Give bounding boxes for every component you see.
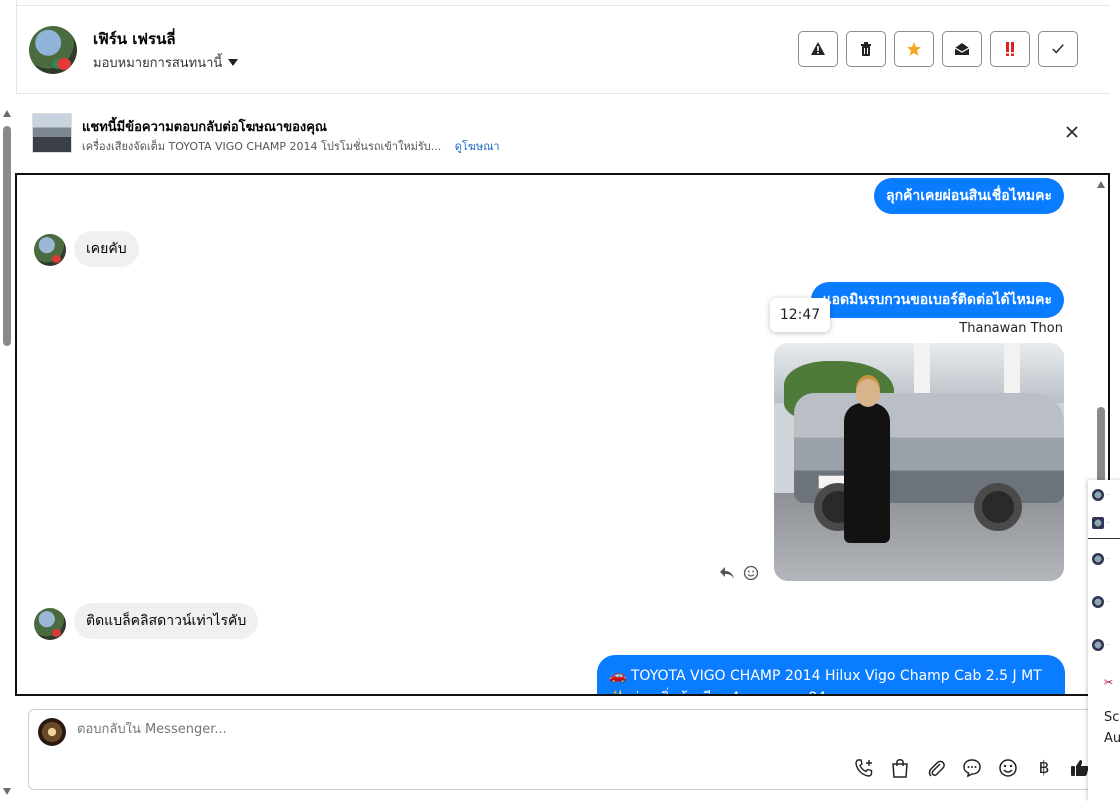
reply-icon[interactable]: [719, 566, 735, 580]
outgoing-car-listing-message[interactable]: 🚗 TOYOTA VIGO CHAMP 2014 Hilux Vigo Cham…: [597, 655, 1065, 694]
reply-composer: ฿: [28, 709, 1100, 790]
outgoing-message[interactable]: ลุกค้าเคยผ่อนสินเชื่อไหมคะ: [873, 178, 1064, 214]
side-preview-panel[interactable]: ·· ·· ·· ·· ·· ✂ Scr Au: [1088, 480, 1120, 801]
sender-name: Thanawan Thon: [959, 321, 1063, 336]
thread-scroll-thumb[interactable]: [1097, 407, 1105, 487]
emoji-button[interactable]: [997, 757, 1019, 779]
incoming-message[interactable]: ติดแบล็คลิสดาวน์เท่าไรคับ: [74, 603, 259, 639]
envelope-open-icon: [954, 43, 970, 55]
warning-icon: [811, 42, 825, 55]
baht-icon: ฿: [1038, 758, 1050, 778]
ad-reply-banner: แชทนี้มีข้อความตอบกลับต่อโฆษณาของคุณ เคร…: [16, 104, 1110, 170]
car-listing-line-1: 🚗 TOYOTA VIGO CHAMP 2014 Hilux Vigo Cham…: [609, 668, 1042, 684]
preview-row[interactable]: ··: [1092, 488, 1120, 502]
conversation-header: เฟิร์น เฟรนลี่ มอบหมายการสนทนานี้: [16, 0, 1110, 94]
view-ad-link[interactable]: ดูโฆษณา: [455, 140, 500, 153]
reply-input[interactable]: [77, 722, 777, 737]
mark-done-button[interactable]: [1038, 31, 1078, 67]
phone-plus-icon: [855, 759, 873, 777]
scroll-up-arrow-icon[interactable]: [3, 110, 11, 117]
outgoing-message[interactable]: แอดมินรบกวนขอเบอร์ติดต่อได้ไหมคะ: [810, 282, 1064, 318]
contact-avatar-small[interactable]: [34, 234, 66, 266]
assign-label: มอบหมายการสนทนานี้: [93, 56, 223, 71]
mark-unread-button[interactable]: [942, 31, 982, 67]
contact-name[interactable]: เฟิร์น เฟรนลี่: [93, 27, 176, 51]
preview-row[interactable]: ··: [1092, 552, 1120, 566]
outer-scrollbar[interactable]: [0, 108, 14, 801]
page-avatar: [38, 718, 66, 746]
ad-banner-description: เครื่องเสียงจัดเต็ม TOYOTA VIGO CHAMP 20…: [82, 137, 500, 155]
paperclip-icon: [928, 760, 945, 777]
messenger-inbox-screen: เฟิร์น เฟรนลี่ มอบหมายการสนทนานี้ แชทนี้…: [0, 0, 1120, 801]
attach-button[interactable]: [925, 757, 947, 779]
preview-row[interactable]: ··: [1092, 595, 1120, 609]
scroll-down-arrow-icon[interactable]: [3, 788, 11, 795]
side-panel-text: Scr: [1104, 710, 1120, 725]
ad-banner-title: แชทนี้มีข้อความตอบกลับต่อโฆษณาของคุณ: [82, 120, 327, 135]
shopping-bag-icon: [892, 759, 908, 778]
header-actions: [798, 31, 1078, 67]
follow-up-button[interactable]: [990, 31, 1030, 67]
star-icon: [907, 42, 921, 56]
payment-button[interactable]: ฿: [1033, 757, 1055, 779]
call-button[interactable]: [853, 757, 875, 779]
message-actions: [719, 565, 759, 581]
exclamation-icon: [1006, 42, 1014, 56]
ad-description-text: เครื่องเสียงจัดเต็ม TOYOTA VIGO CHAMP 20…: [82, 140, 442, 153]
timestamp-tooltip: 12:47: [770, 298, 830, 332]
saved-replies-button[interactable]: [961, 757, 983, 779]
scissors-icon[interactable]: ✂: [1104, 676, 1113, 689]
assign-conversation-dropdown[interactable]: มอบหมายการสนทนานี้: [93, 52, 239, 73]
smiley-icon: [999, 759, 1017, 777]
ad-thumbnail[interactable]: [32, 113, 72, 153]
thread-scroll-up-icon[interactable]: [1097, 181, 1105, 188]
photo-attachment[interactable]: [774, 343, 1064, 581]
reaction-smiley-icon[interactable]: [743, 565, 759, 581]
composer-tools: ฿: [853, 757, 1091, 779]
car-listing-line-2: ✨ ผ่อนเริ่มต้นเพียง 4,xxx. บาท 84 งวด: [609, 687, 1053, 694]
shop-button[interactable]: [889, 757, 911, 779]
thumbs-up-icon: [1071, 760, 1089, 776]
contact-avatar-small[interactable]: [34, 608, 66, 640]
delete-button[interactable]: [846, 31, 886, 67]
contact-avatar[interactable]: [29, 26, 77, 74]
check-icon: [1052, 44, 1064, 54]
star-button[interactable]: [894, 31, 934, 67]
caret-down-icon: [228, 59, 239, 66]
spam-button[interactable]: [798, 31, 838, 67]
trash-icon: [861, 42, 871, 56]
close-icon[interactable]: [1064, 124, 1080, 140]
incoming-message[interactable]: เคยคับ: [74, 231, 139, 267]
preview-row[interactable]: ··: [1092, 516, 1120, 530]
outer-scroll-thumb[interactable]: [3, 126, 11, 346]
message-thread[interactable]: ลุกค้าเคยผ่อนสินเชื่อไหมคะ เคยคับ แอดมิน…: [15, 173, 1110, 696]
preview-row[interactable]: ··: [1092, 638, 1120, 652]
side-panel-text: Au: [1104, 731, 1120, 746]
chat-bubble-icon: [963, 759, 981, 778]
